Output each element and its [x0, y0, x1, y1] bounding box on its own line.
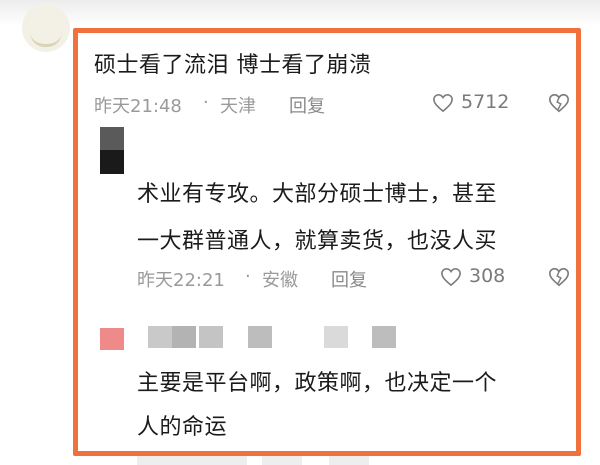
top-strip: [0, 0, 600, 26]
highlight-frame: [73, 28, 581, 456]
user-avatar[interactable]: [22, 4, 70, 52]
